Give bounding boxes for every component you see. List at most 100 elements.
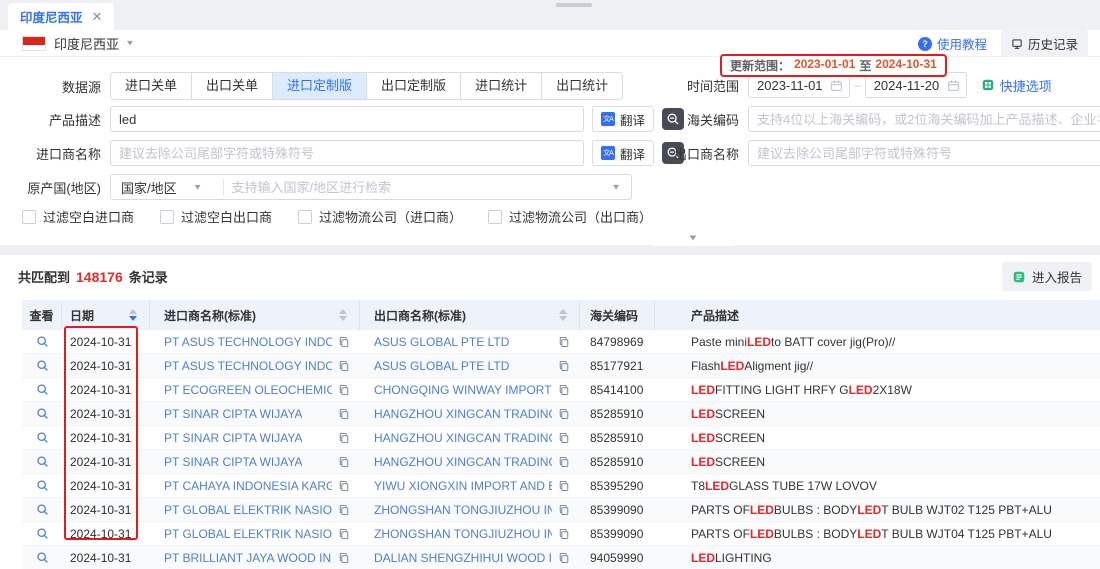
exporter-link[interactable]: YIWU XIONGXIN IMPORT AND EXPORT... — [374, 479, 552, 493]
header-importer[interactable]: 进口商名称(标准) — [150, 300, 360, 330]
exporter-link[interactable]: ASUS GLOBAL PTE LTD — [374, 335, 509, 349]
importer-link[interactable]: PT SINAR CIPTA WIJAYA — [164, 407, 302, 421]
exporter-link[interactable]: ASUS GLOBAL PTE LTD — [374, 359, 509, 373]
view-record-button[interactable] — [36, 479, 49, 492]
view-record-button[interactable] — [36, 407, 49, 420]
copy-icon[interactable] — [338, 384, 350, 396]
enter-report-button[interactable]: 进入报告 — [1002, 262, 1092, 291]
copy-icon[interactable] — [338, 504, 350, 516]
checkbox-icon[interactable] — [298, 210, 312, 224]
hs-code-cell: 85285910 — [580, 450, 655, 474]
copy-icon[interactable] — [558, 504, 570, 516]
copy-icon[interactable] — [558, 336, 570, 348]
exporter-link[interactable]: HANGZHOU XINGCAN TRADING CO LTD — [374, 455, 552, 469]
view-record-button[interactable] — [36, 503, 49, 516]
importer-link[interactable]: PT CAHAYA INDONESIA KARGO — [164, 479, 332, 493]
checkbox-icon[interactable] — [22, 210, 36, 224]
history-button[interactable]: 历史记录 — [1001, 30, 1088, 57]
importer-link[interactable]: PT SINAR CIPTA WIJAYA — [164, 455, 302, 469]
origin-select[interactable]: 国家/地区 ▼ — [111, 178, 223, 197]
chevron-down-icon[interactable]: ▼ — [611, 183, 621, 192]
view-record-button[interactable] — [36, 455, 49, 468]
view-record-button[interactable] — [36, 551, 49, 564]
copy-icon[interactable] — [558, 384, 570, 396]
copy-icon[interactable] — [558, 360, 570, 372]
importer-link[interactable]: PT SINAR CIPTA WIJAYA — [164, 431, 302, 445]
checkbox-icon[interactable] — [488, 210, 502, 224]
exporter-link[interactable]: CHONGQING WINWAY IMPORT AND E... — [374, 383, 552, 397]
filter-checkbox-2[interactable]: 过滤物流公司（进口商） — [298, 207, 462, 226]
view-record-button[interactable] — [36, 359, 49, 372]
header-view[interactable]: 查看 — [22, 303, 62, 327]
close-icon[interactable]: ✕ — [92, 9, 103, 25]
exporter-link[interactable]: ZHONGSHAN TONGJIUZHOU INTERNA... — [374, 503, 552, 517]
tab-scrollbar[interactable] — [556, 3, 592, 7]
hs-code-input[interactable] — [748, 106, 1100, 132]
data-source-tab-0[interactable]: 进口关单 — [110, 72, 192, 100]
sort-icon[interactable] — [339, 309, 347, 321]
chevron-down-icon[interactable]: ▼ — [125, 39, 135, 48]
importer-link[interactable]: PT ASUS TECHNOLOGY INDONESIA BA... — [164, 335, 332, 349]
table-header: 查看 日期 进口商名称(标准) 出口商名称(标准) 海关编码 产品描述 — [22, 300, 1100, 330]
copy-icon[interactable] — [338, 480, 350, 492]
table-body: 2024-10-31 PT ASUS TECHNOLOGY INDONESIA … — [22, 330, 1100, 569]
origin-control: 国家/地区 ▼ ▼ — [110, 174, 632, 200]
filter-checkbox-1[interactable]: 过滤空白出口商 — [160, 207, 272, 226]
copy-icon[interactable] — [338, 528, 350, 540]
tab-indonesia[interactable]: 印度尼西亚 ✕ — [8, 3, 114, 30]
quick-options-button[interactable]: 快捷选项 — [981, 76, 1052, 95]
product-desc-input[interactable] — [110, 106, 584, 132]
filter-checkbox-3[interactable]: 过滤物流公司（出口商） — [488, 207, 652, 226]
copy-icon[interactable] — [338, 336, 350, 348]
range-separator: – — [854, 78, 861, 92]
exporter-input[interactable] — [748, 140, 1100, 166]
exporter-link[interactable]: DALIAN SHENGZHIHUI WOOD INDUST... — [374, 551, 552, 565]
origin-search-input[interactable] — [224, 175, 612, 199]
date-cell: 2024-10-31 — [62, 522, 150, 546]
header-exporter[interactable]: 出口商名称(标准) — [360, 300, 580, 330]
sort-icon[interactable] — [129, 309, 137, 321]
tutorial-button[interactable]: ? 使用教程 — [918, 34, 987, 53]
copy-icon[interactable] — [558, 528, 570, 540]
date-cell: 2024-10-31 — [62, 378, 150, 402]
importer-link[interactable]: PT BRILLIANT JAYA WOOD INDUSTRY — [164, 551, 332, 565]
copy-icon[interactable] — [558, 408, 570, 420]
view-record-button[interactable] — [36, 335, 49, 348]
copy-icon[interactable] — [558, 432, 570, 444]
importer-label: 进口商名称 — [10, 144, 110, 163]
importer-link[interactable]: PT ECOGREEN OLEOCHEMICALS — [164, 383, 332, 397]
exporter-link[interactable]: HANGZHOU XINGCAN TRADING CO LTD — [374, 431, 552, 445]
copy-icon[interactable] — [558, 480, 570, 492]
table-row: 2024-10-31 PT GLOBAL ELEKTRIK NASIONAL Z… — [22, 498, 1100, 522]
copy-icon[interactable] — [338, 432, 350, 444]
importer-link[interactable]: PT GLOBAL ELEKTRIK NASIONAL — [164, 503, 332, 517]
header-date[interactable]: 日期 — [62, 300, 150, 330]
sort-icon[interactable] — [559, 309, 567, 321]
view-record-button[interactable] — [36, 527, 49, 540]
date-cell: 2024-10-31 — [62, 402, 150, 426]
exporter-link[interactable]: HANGZHOU XINGCAN TRADING CO LTD — [374, 407, 552, 421]
importer-link[interactable]: PT GLOBAL ELEKTRIK NASIONAL — [164, 527, 332, 541]
view-record-button[interactable] — [36, 431, 49, 444]
view-record-button[interactable] — [36, 383, 49, 396]
data-source-tab-4[interactable]: 进口统计 — [460, 72, 542, 100]
data-source-tab-1[interactable]: 出口关单 — [191, 72, 273, 100]
hs-code-cell: 85177921 — [580, 354, 655, 378]
importer-input[interactable] — [110, 140, 584, 166]
collapse-panel-handle[interactable]: ▼ — [645, 230, 741, 246]
copy-icon[interactable] — [338, 360, 350, 372]
data-source-tab-2[interactable]: 进口定制版 — [272, 72, 367, 100]
copy-icon[interactable] — [558, 456, 570, 468]
copy-icon[interactable] — [558, 552, 570, 564]
date-cell: 2024-10-31 — [62, 330, 150, 354]
filter-checkbox-0[interactable]: 过滤空白进口商 — [22, 207, 134, 226]
exporter-link[interactable]: ZHONGSHAN TONGJIUZHOU INTERNA... — [374, 527, 552, 541]
copy-icon[interactable] — [338, 408, 350, 420]
data-source-tab-5[interactable]: 出口统计 — [541, 72, 623, 100]
quick-options-icon — [981, 78, 995, 92]
checkbox-icon[interactable] — [160, 210, 174, 224]
copy-icon[interactable] — [338, 552, 350, 564]
copy-icon[interactable] — [338, 456, 350, 468]
data-source-tab-3[interactable]: 出口定制版 — [366, 72, 461, 100]
importer-link[interactable]: PT ASUS TECHNOLOGY INDONESIA BA... — [164, 359, 332, 373]
